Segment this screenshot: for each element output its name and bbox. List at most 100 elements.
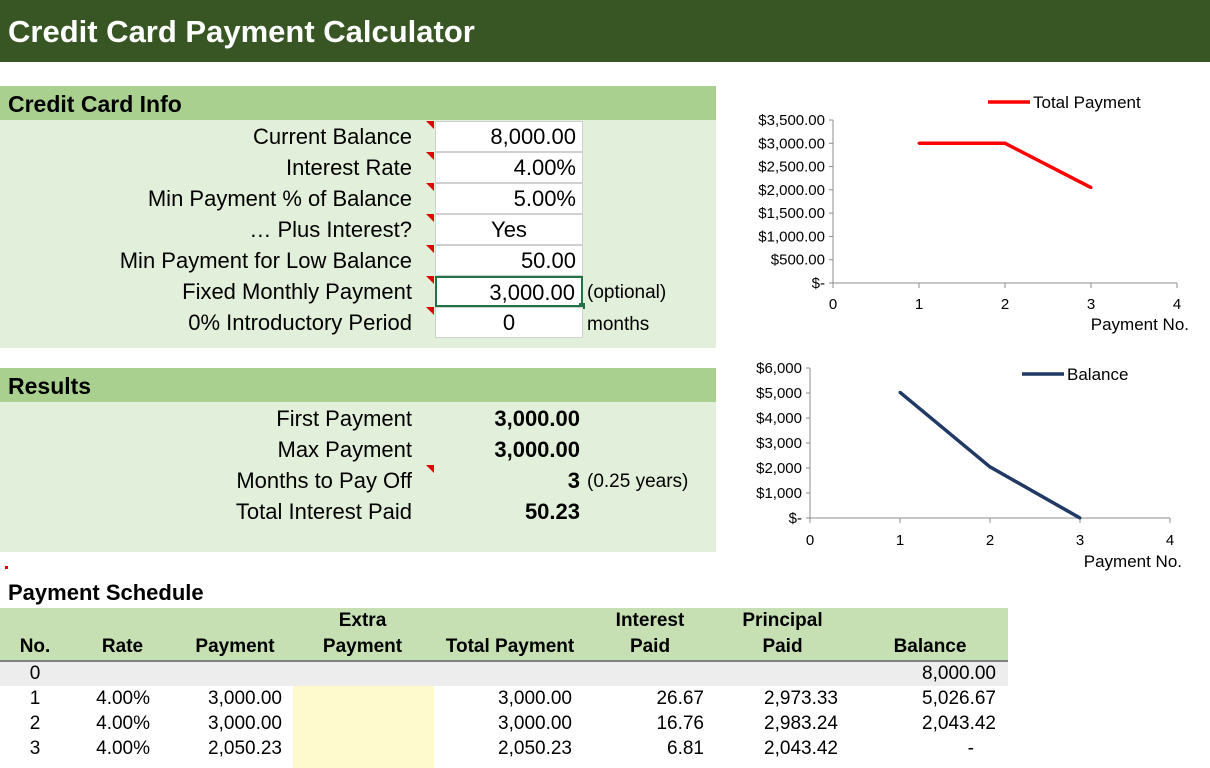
y-tick-label: $6,000 [756,360,802,377]
months-to-pay-off-value[interactable]: 3 [400,468,580,494]
credit-card-info-header: Credit Card Info [0,86,716,120]
x-axis-title: Payment No. [1084,552,1182,571]
table-row-payment[interactable]: 3,000.00 [170,711,282,736]
table-row-principal-paid[interactable]: 2,983.24 [720,711,838,736]
y-tick-label: $5,000 [756,385,802,402]
legend-label: Balance [1067,365,1128,384]
table-row-rate[interactable]: 4.00% [80,736,150,761]
table-row-no[interactable]: 2 [0,711,70,736]
col-header-rate: Rate [101,636,144,657]
table-row-balance[interactable]: - [850,736,974,761]
y-tick-label: $1,000.00 [758,228,825,245]
min-payment-pct-label: Min Payment % of Balance [147,186,412,211]
min-payment-pct-input[interactable]: 5.00% [435,183,583,214]
comment-indicator [426,307,434,315]
y-tick-label: $4,000 [756,410,802,427]
y-tick-label: $3,000.00 [758,135,825,152]
section-title: Results [8,373,92,399]
balance-chart[interactable]: $- $1,000 $2,000 $3,000 $4,000 $5,000 $6,000 0 1… [716,352,1210,580]
table-row-no[interactable]: 3 [0,736,70,761]
comment-indicator [5,566,8,569]
col-header-no: No. [19,636,51,657]
data-point [1089,186,1093,190]
data-point [898,390,902,394]
table-row-total-payment[interactable]: 3,000.00 [440,686,572,711]
comment-indicator [426,121,434,129]
x-axis-title: Payment No. [1091,315,1189,334]
table-row-interest-paid[interactable]: 26.67 [590,686,704,711]
x-tick-label: 0 [829,296,837,313]
first-payment-label: First Payment [276,406,412,431]
col-header-principal-1: Principal [742,610,823,631]
section-title: Credit Card Info [8,91,182,117]
y-tick-label: $2,000 [756,460,802,477]
fixed-monthly-payment-label: Fixed Monthly Payment [182,279,412,304]
intro-period-label: 0% Introductory Period [188,310,412,335]
page-title: Credit Card Payment Calculator [8,14,475,49]
y-tick-label: $2,500.00 [758,159,825,176]
payment-schedule-title: Payment Schedule [8,580,204,605]
data-point [1003,141,1007,145]
months-note: months [587,314,650,335]
x-tick-label: 4 [1173,296,1181,313]
total-interest-value[interactable]: 50.23 [400,499,580,525]
data-point [917,141,921,145]
table-row-principal-paid[interactable]: 2,043.42 [720,736,838,761]
x-tick-label: 2 [1001,296,1009,313]
fixed-monthly-payment-input[interactable]: 3,000.00 [435,276,583,307]
y-tick-label: $500.00 [771,252,825,269]
y-tick-label: $1,000 [756,485,802,502]
total-payment-chart[interactable]: $- $500.00 $1,000.00 $1,500.00 $2,000.00 $2,5… [716,86,1210,346]
col-header-extra-1: Extra [338,610,387,631]
results-header: Results [0,368,716,402]
table-row-rate[interactable]: 4.00% [80,686,150,711]
interest-rate-input[interactable]: 4.00% [435,152,583,183]
table-row-no[interactable]: 1 [0,686,70,711]
first-payment-value[interactable]: 3,000.00 [400,406,580,432]
x-tick-label: 3 [1076,532,1084,549]
x-tick-label: 1 [896,532,904,549]
max-payment-label: Max Payment [277,437,413,462]
comment-indicator [426,183,434,191]
plus-interest-label: … Plus Interest? [249,217,412,242]
table-row-balance[interactable]: 2,043.42 [850,711,996,736]
total-interest-label: Total Interest Paid [235,499,412,524]
y-tick-label: $3,000 [756,435,802,452]
x-tick-label: 2 [986,532,994,549]
extra-payment-input-column[interactable] [293,686,434,768]
series-line [919,141,1092,190]
series-line [898,390,1081,520]
table-row-principal-paid[interactable]: 2,973.33 [720,686,838,711]
intro-period-input[interactable]: 0 [435,307,583,338]
years-note: (0.25 years) [587,471,689,492]
min-low-balance-label: Min Payment for Low Balance [119,248,412,273]
table-row-balance[interactable]: 8,000.00 [850,661,996,686]
table-row-total-payment[interactable]: 3,000.00 [440,711,572,736]
table-row-rate[interactable]: 4.00% [80,711,150,736]
table-row-total-payment[interactable]: 2,050.23 [440,736,572,761]
table-row-payment[interactable]: 3,000.00 [170,686,282,711]
plus-interest-select[interactable]: Yes [435,214,583,245]
table-row-no[interactable]: 0 [0,661,70,686]
max-payment-value[interactable]: 3,000.00 [400,437,580,463]
col-header-total-payment: Total Payment [445,636,575,657]
table-row-payment[interactable]: 2,050.23 [170,736,282,761]
col-header-interest-1: Interest [615,610,685,631]
months-to-pay-off-label: Months to Pay Off [236,468,412,493]
comment-indicator [426,245,434,253]
comment-indicator [426,276,434,284]
col-header-payment: Payment [195,636,275,657]
col-header-principal-2: Paid [762,636,803,657]
table-row-interest-paid[interactable]: 16.76 [590,711,704,736]
data-point [1078,516,1082,520]
table-row-balance[interactable]: 5,026.67 [850,686,996,711]
x-tick-label: 3 [1087,296,1095,313]
y-tick-label: $1,500.00 [758,205,825,222]
col-header-balance: Balance [893,636,967,657]
col-header-extra-2: Payment [322,636,403,657]
current-balance-input[interactable]: 8,000.00 [435,121,583,152]
y-tick-label: $2,000.00 [758,182,825,199]
min-low-balance-input[interactable]: 50.00 [435,245,583,276]
table-row-interest-paid[interactable]: 6.81 [590,736,704,761]
balance-chart-svg: $- $1,000 $2,000 $3,000 $4,000 $5,000 $6,000 0 1… [756,360,1182,571]
